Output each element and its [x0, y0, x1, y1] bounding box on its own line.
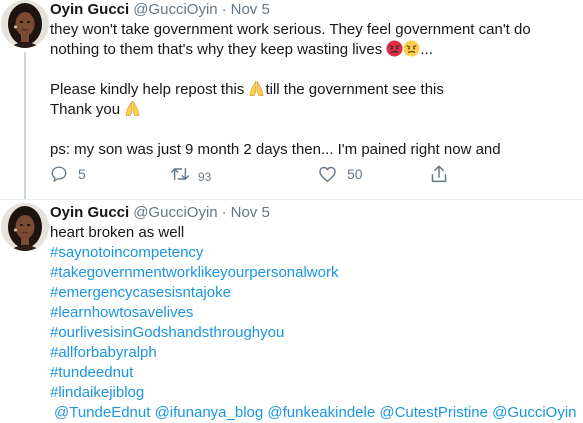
like-icon — [319, 166, 336, 182]
display-name[interactable]: Oyin Gucci — [50, 1, 129, 18]
hashtag-link[interactable]: #takegovernmentworklikeyourpersonalwork — [50, 263, 577, 283]
tweet-text-line: Please kindly help repost this till the … — [50, 80, 577, 100]
tweet-actions: 5 93 50 — [50, 163, 550, 185]
hashtag-link[interactable]: #emergencycasesisntajoke — [50, 283, 577, 303]
tweet-content: Oyin Gucci @GucciOyin · Nov 5 they won't ta… — [50, 0, 577, 160]
tweet-text-line: Thank you — [50, 100, 577, 120]
retweet-count: 93 — [198, 170, 212, 184]
like-button[interactable]: 50 — [318, 163, 363, 185]
tweet-text-line: nothing to them that's why they keep was… — [50, 40, 577, 60]
praying-hands-emoji — [124, 100, 141, 123]
tweet-header: Oyin Gucci @GucciOyin · Nov 5 — [50, 0, 577, 20]
tweet-date[interactable]: Nov 5 — [231, 204, 270, 221]
tweet-text-line: ps: my son was just 9 month 2 days then.… — [50, 141, 501, 158]
retweet-icon — [170, 167, 190, 181]
separator-dot: · — [221, 1, 227, 18]
avatar[interactable] — [1, 203, 49, 251]
share-button[interactable] — [430, 163, 448, 185]
angry-face-emoji — [386, 40, 403, 63]
tweet-text-line: they won't take government work serious.… — [50, 21, 531, 38]
tweet-date[interactable]: Nov 5 — [231, 1, 270, 18]
tweet-header: Oyin Gucci @GucciOyin · Nov 5 — [50, 203, 577, 223]
share-icon — [431, 165, 447, 183]
tweet-text-line: heart broken as well — [50, 224, 185, 241]
praying-hands-emoji — [248, 80, 265, 103]
separator-dot: · — [221, 204, 227, 221]
reply-icon — [51, 166, 67, 182]
display-name[interactable]: Oyin Gucci — [50, 204, 129, 221]
angry-face-emoji — [403, 40, 420, 63]
reply-count: 5 — [78, 166, 86, 182]
user-handle[interactable]: @GucciOyin — [133, 204, 217, 221]
avatar[interactable] — [1, 0, 49, 48]
mention-links[interactable]: @TundeEdnut @ifunanya_blog @funkeakindel… — [50, 403, 577, 423]
reply-button[interactable]: 5 — [50, 163, 86, 185]
thread-connector-line — [24, 52, 26, 199]
tweet-text-segment: Thank you — [50, 101, 121, 118]
hashtag-link[interactable]: #lindaikejiblog — [50, 383, 577, 403]
hashtag-link[interactable]: #learnhowtosavelives — [50, 303, 577, 323]
hashtag-link[interactable]: #saynotoincompetency — [50, 243, 577, 263]
tweet-text-segment: nothing to them that's why they keep was… — [50, 41, 383, 58]
tweet-text-segment: Please kindly help repost this — [50, 81, 245, 98]
tweet-text: heart broken as well #saynotoincompetenc… — [50, 223, 577, 423]
tweet[interactable]: Oyin Gucci @GucciOyin · Nov 5 they won't ta… — [0, 0, 583, 200]
hashtag-link[interactable]: #ourlivesisinGodshandsthroughyou — [50, 323, 577, 343]
tweet[interactable]: Oyin Gucci @GucciOyin · Nov 5 heart broken … — [0, 200, 583, 422]
like-count: 50 — [347, 166, 363, 182]
user-handle[interactable]: @GucciOyin — [133, 1, 217, 18]
hashtag-link[interactable]: #allforbabyralph — [50, 343, 577, 363]
retweet-button[interactable]: 93 — [170, 163, 211, 185]
tweet-text-segment: ... — [420, 41, 433, 58]
tweet-text: they won't take government work serious.… — [50, 20, 577, 160]
tweet-content: Oyin Gucci @GucciOyin · Nov 5 heart broken … — [50, 203, 577, 423]
hashtag-link[interactable]: #tundeednut — [50, 363, 577, 383]
tweet-text-segment: till the government see this — [265, 81, 444, 98]
